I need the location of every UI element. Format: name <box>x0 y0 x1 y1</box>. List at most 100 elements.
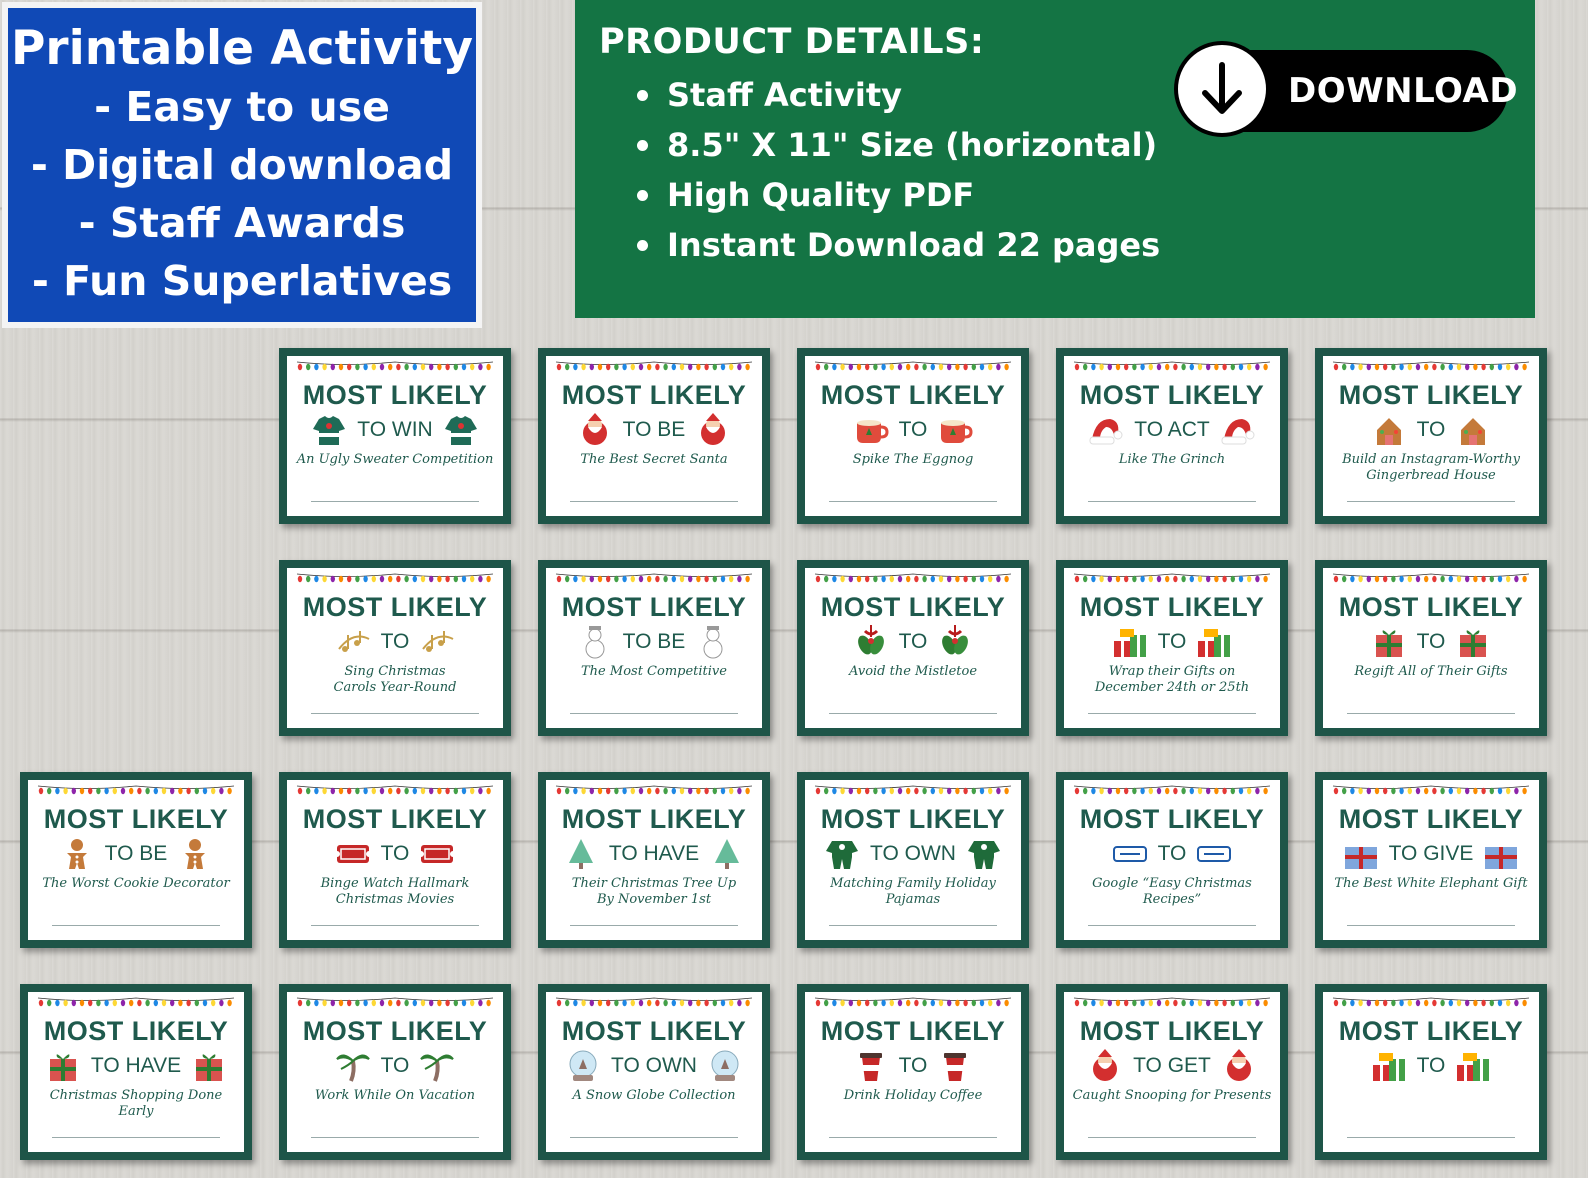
string-lights-icon <box>1332 361 1530 371</box>
light-bulb <box>614 787 619 795</box>
light-bulb <box>478 575 483 583</box>
light-bulb <box>470 363 475 371</box>
light-bulb <box>1222 787 1227 795</box>
movie-ticket-icon <box>334 837 371 871</box>
light-bulb <box>696 363 701 371</box>
light-bulb <box>1238 363 1244 371</box>
light-bulb <box>889 999 894 1007</box>
string-lights-icon <box>814 997 1012 1007</box>
light-bulb <box>314 575 319 583</box>
award-card-description: Build an Instagram-Worthy Gingerbread Ho… <box>1342 452 1520 483</box>
light-bulb <box>470 787 475 795</box>
light-bulb <box>445 787 450 795</box>
light-bulb <box>314 787 319 795</box>
award-card-description: The Best White Elephant Gift <box>1334 876 1528 891</box>
light-bulb <box>1440 363 1445 371</box>
award-card-row: TO <box>1371 1048 1492 1084</box>
light-bulb <box>1091 575 1096 583</box>
light-bulb <box>137 787 142 795</box>
light-bulb <box>938 575 944 583</box>
music-notes-icon <box>335 625 371 659</box>
award-card: MOST LIKELY TO ACT Like The Grinch <box>1056 348 1288 524</box>
award-card-title: MOST LIKELY <box>1338 380 1524 410</box>
light-bulb <box>745 787 750 795</box>
light-bulb <box>979 999 985 1007</box>
light-bulb <box>848 363 853 371</box>
award-card-page: MOST LIKELY TO Regift All of Their Gifts <box>1323 568 1539 728</box>
award-card-page: MOST LIKELY TO Work While On Vacation <box>287 992 503 1152</box>
light-bulb <box>1465 787 1470 795</box>
award-card-row: TO GET <box>1087 1048 1257 1084</box>
light-bulb <box>355 363 360 371</box>
light-bulb <box>1415 363 1421 371</box>
award-card-description: Their Christmas Tree Up By November 1st <box>571 876 737 907</box>
light-bulb <box>1481 787 1486 795</box>
light-bulb <box>679 999 685 1007</box>
light-bulb <box>355 999 360 1007</box>
light-bulb <box>589 787 594 795</box>
light-bulb <box>955 363 960 371</box>
light-bulb <box>153 787 158 795</box>
light-bulb <box>840 999 845 1007</box>
light-bulb <box>1124 575 1129 583</box>
light-bulb <box>815 787 821 795</box>
award-card-signature-line <box>570 713 738 714</box>
award-card-title: MOST LIKELY <box>820 592 1006 622</box>
light-bulb <box>729 363 734 371</box>
light-bulb <box>947 999 952 1007</box>
light-bulb <box>1342 787 1347 795</box>
light-bulb <box>1181 575 1186 583</box>
light-bulb <box>622 999 627 1007</box>
promo-item: - Easy to use <box>94 83 390 131</box>
light-bulb <box>638 787 644 795</box>
string-lights-icon <box>555 785 753 795</box>
light-bulb <box>120 999 126 1007</box>
download-button[interactable]: DOWNLOAD <box>1174 41 1518 137</box>
light-bulb <box>1407 363 1412 371</box>
light-bulb <box>1222 575 1227 583</box>
award-card: MOST LIKELY TO BE The Best Secret Santa <box>538 348 770 524</box>
light-bulb <box>663 787 668 795</box>
light-bulb <box>996 575 1001 583</box>
tree-icon <box>709 837 745 871</box>
light-bulb <box>947 575 952 583</box>
light-bulb <box>729 575 734 583</box>
present-icon <box>1483 837 1519 871</box>
light-bulb <box>1091 999 1096 1007</box>
light-bulb <box>379 999 385 1007</box>
award-card-row: TO BE <box>577 624 732 660</box>
light-bulb <box>1156 363 1162 371</box>
award-card-page: MOST LIKELY TO Google “Easy Christmas Re… <box>1064 780 1280 940</box>
light-bulb <box>1181 787 1186 795</box>
light-bulb <box>897 787 903 795</box>
light-bulb <box>1333 575 1339 583</box>
light-bulb <box>914 363 919 371</box>
light-bulb <box>688 363 693 371</box>
light-bulb <box>1424 363 1429 371</box>
light-bulb <box>453 999 458 1007</box>
string-lights-icon <box>555 573 753 583</box>
light-bulb <box>832 999 837 1007</box>
light-bulb <box>1099 575 1104 583</box>
award-card-signature-line <box>52 925 220 926</box>
light-bulb <box>840 575 845 583</box>
light-bulb <box>712 999 717 1007</box>
award-card-subtitle: TO BE <box>622 418 686 441</box>
light-bulb <box>565 363 570 371</box>
award-card-title: MOST LIKELY <box>561 804 747 834</box>
light-bulb <box>1342 363 1347 371</box>
light-bulb <box>1481 999 1486 1007</box>
light-bulb <box>655 575 660 583</box>
light-bulb <box>1358 999 1363 1007</box>
string-lights-icon <box>1073 785 1271 795</box>
award-card: MOST LIKELY TO OWN Matching Family Holid… <box>797 772 1029 948</box>
light-bulb <box>1522 999 1527 1007</box>
award-card-signature-line <box>1088 925 1256 926</box>
light-bulb <box>655 787 660 795</box>
light-bulb <box>955 787 960 795</box>
light-bulb <box>1366 999 1371 1007</box>
light-bulb <box>1448 363 1453 371</box>
light-bulb <box>470 575 475 583</box>
light-bulb <box>1497 787 1503 795</box>
light-bulb <box>922 575 927 583</box>
